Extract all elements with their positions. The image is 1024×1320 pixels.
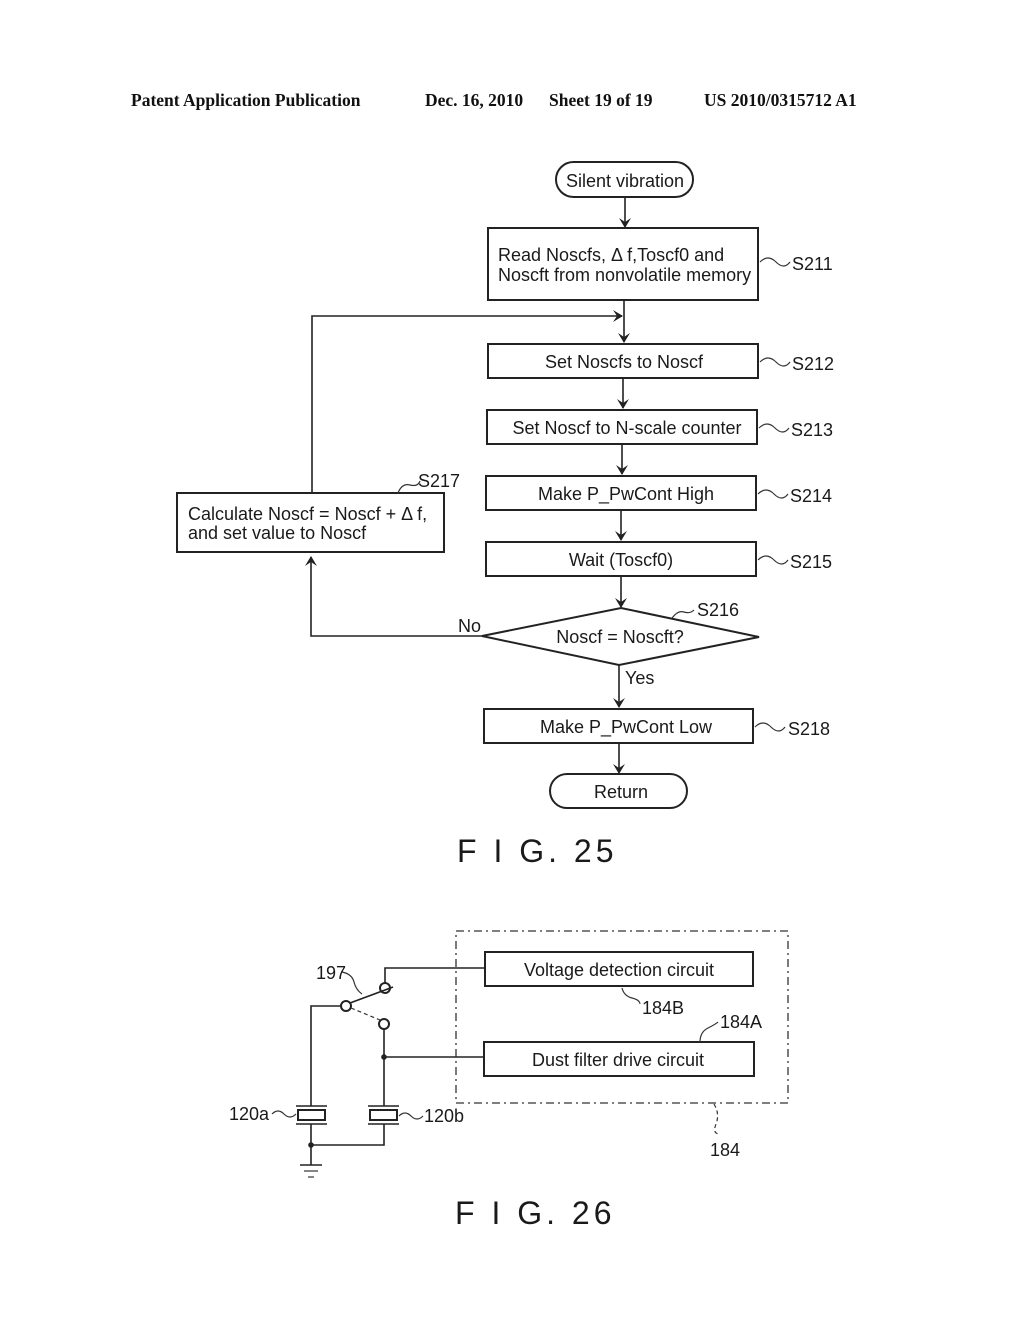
step-s214-id: S214	[790, 486, 832, 506]
step-s212-label: Set Noscfs to Noscf	[545, 352, 704, 372]
dust-filter-drive-circuit: Dust filter drive circuit	[483, 1041, 755, 1077]
step-s217-id: S217	[418, 471, 460, 491]
step-s214: Make P_PwCont High S214	[485, 475, 832, 511]
step-s211: Read Noscfs, Δ f,Toscf0 and Noscft from …	[487, 227, 833, 301]
step-s212-id: S212	[792, 354, 834, 374]
ref-197: 197	[316, 963, 346, 983]
step-s218: Make P_PwCont Low S218	[483, 708, 830, 744]
step-s213: Set Noscf to N-scale counter S213	[486, 409, 833, 445]
step-s214-label: Make P_PwCont High	[538, 484, 714, 505]
branch-no-label: No	[458, 616, 481, 636]
loop-arrow	[311, 310, 623, 493]
fig26-caption: F I G. 26	[455, 1195, 615, 1231]
fig25-caption: F I G. 25	[457, 833, 617, 869]
no-arrow	[305, 556, 482, 637]
step-s215-label: Wait (Toscf0)	[569, 550, 673, 570]
ref-120b: 120b	[424, 1106, 464, 1126]
drive-circuit-label: Dust filter drive circuit	[532, 1050, 704, 1070]
piezo-120b: 120b	[368, 1105, 464, 1126]
step-s217-line2: and set value to Noscf	[188, 523, 367, 543]
ref-120a: 120a	[229, 1104, 270, 1124]
step-s211-line2: Noscft from nonvolatile memory	[498, 265, 751, 285]
step-s216-id: S216	[697, 600, 739, 620]
end-label: Return	[594, 782, 648, 802]
step-s215-id: S215	[790, 552, 832, 572]
step-s218-label: Make P_PwCont Low	[540, 717, 713, 738]
ref-184B: 184B	[642, 998, 684, 1018]
branch-yes-label: Yes	[625, 668, 654, 688]
step-s211-line1: Read Noscfs, Δ f,Toscf0 and	[498, 245, 724, 265]
step-s218-id: S218	[788, 719, 830, 739]
step-s217-line1: Calculate Noscf = Noscf + Δ f,	[188, 504, 427, 524]
fig26-circuit: 184 Voltage detection circuit 184B Dust …	[229, 930, 789, 1231]
step-s212: Set Noscfs to Noscf S212	[487, 343, 834, 379]
start-terminal: Silent vibration	[555, 161, 694, 198]
step-s216-decision: Noscf = Noscft? S216 No Yes	[458, 600, 760, 688]
ground-icon	[300, 1164, 322, 1178]
step-s213-id: S213	[791, 420, 833, 440]
figure-canvas: Silent vibration Read Noscfs, Δ f,Toscf0…	[176, 161, 834, 1231]
piezo-120a: 120a	[229, 1104, 327, 1125]
step-s217: Calculate Noscf = Noscf + Δ f, and set v…	[176, 471, 460, 553]
switch-197: 197	[316, 963, 485, 1030]
step-s215: Wait (Toscf0) S215	[485, 541, 832, 577]
fig25-flowchart: Silent vibration Read Noscfs, Δ f,Toscf0…	[176, 161, 834, 869]
start-label: Silent vibration	[566, 171, 684, 191]
step-s211-id: S211	[792, 254, 833, 274]
ref-184: 184	[710, 1140, 740, 1160]
end-terminal: Return	[549, 773, 688, 809]
voltage-circuit-label: Voltage detection circuit	[524, 960, 714, 980]
ref-184A: 184A	[720, 1012, 762, 1032]
voltage-detection-circuit: Voltage detection circuit	[484, 951, 754, 987]
step-s216-label: Noscf = Noscft?	[556, 627, 684, 647]
step-s213-label: Set Noscf to N-scale counter	[512, 418, 741, 438]
